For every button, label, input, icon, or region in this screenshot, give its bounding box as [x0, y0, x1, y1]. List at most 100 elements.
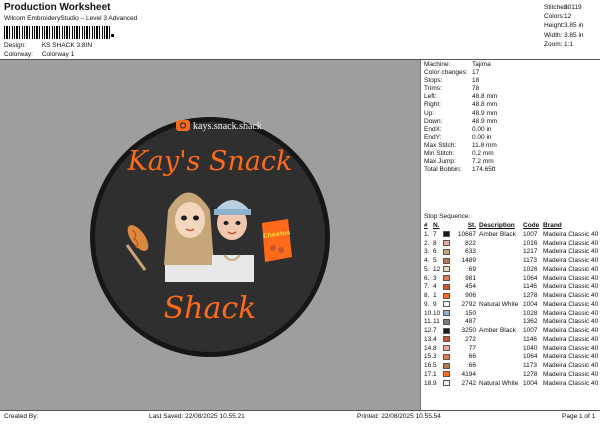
thread-brand: Madeira Classic 40 — [543, 230, 599, 238]
table-row: 5. 12 69 1026 Madeira Classic 40 — [424, 265, 600, 274]
design-preview[interactable]: kays.snack.shack Kay's Snack Cheetos Sha… — [0, 60, 421, 410]
stitch-count: 150 — [465, 309, 476, 317]
color-swatch — [443, 362, 450, 369]
thread-code: 1004 — [523, 300, 538, 308]
table-row: 11. 11 487 1362 Madeira Classic 40 — [424, 318, 600, 327]
thread-code: 1362 — [523, 318, 538, 326]
thread-code: 1173 — [523, 362, 537, 370]
stitch-count: 633 — [465, 248, 476, 256]
thread-description: Amber Black — [479, 327, 516, 335]
info-row: EndY: 0.00 in — [424, 133, 492, 141]
thread-brand: Madeira Classic 40 — [543, 248, 599, 256]
stitch-count: 66 — [468, 362, 476, 370]
info-row: Stops: 18 — [424, 77, 480, 85]
info-row: Max Jump: 7.2 mm — [424, 158, 494, 166]
color-swatch — [443, 257, 450, 264]
color-swatch — [443, 248, 450, 255]
info-row: Color changes: 17 — [424, 69, 480, 77]
title-line1: Kay's Snack — [127, 146, 293, 177]
printed-date: Printed: 22/08/2025 10.55.54 — [357, 413, 441, 420]
design-stats: Stitches: 30119 Colors: 12 Height: 3.85 in … — [544, 3, 584, 49]
thread-brand: Madeira Classic 40 — [543, 257, 599, 265]
colorway-value: Colorway 1 — [41, 51, 75, 58]
thread-brand: Madeira Classic 40 — [543, 300, 599, 308]
software-subtitle: Wilcom EmbroideryStudio – Level 3 Advanc… — [4, 15, 138, 22]
color-swatch — [443, 266, 450, 273]
color-swatch — [443, 240, 450, 247]
instagram-icon — [176, 120, 190, 131]
table-row: 14. 8 77 1040 Madeira Classic 40 — [424, 344, 600, 353]
stitch-count: 3250 — [461, 327, 476, 335]
table-row: 6. 3 981 1064 Madeira Classic 40 — [424, 274, 600, 283]
color-swatch — [443, 275, 450, 282]
row-number: 18. — [424, 379, 434, 387]
table-row: 3. 6 633 1217 Madeira Classic 40 — [424, 248, 600, 257]
row-number: 6. — [424, 274, 430, 282]
row-number: 11. — [424, 318, 433, 326]
row-number: 9. — [424, 300, 430, 308]
table-row: 18. 9 2742 Natural White 1004 Madeira Classic… — [424, 379, 600, 388]
stitch-count: 10667 — [457, 230, 476, 238]
thread-brand: Madeira Classic 40 — [543, 353, 599, 361]
colorway-label: Colorway: — [4, 51, 33, 58]
table-row: 15. 3 66 1064 Madeira Classic 40 — [424, 353, 600, 362]
row-number: 10. — [424, 309, 434, 317]
color-swatch — [443, 371, 450, 378]
thread-code: 1064 — [523, 353, 538, 361]
stat-row: Colors: 12 — [544, 13, 572, 21]
stitch-count: 272 — [465, 335, 476, 343]
thread-brand: Madeira Classic 40 — [543, 344, 599, 352]
row-number: 15. — [424, 353, 434, 361]
stitch-count: 66 — [468, 353, 476, 361]
row-number: 12. — [424, 327, 434, 335]
stitch-count: 2742 — [461, 379, 476, 387]
color-swatch — [443, 380, 450, 387]
table-row: 16. 5 66 1173 Madeira Classic 40 — [424, 361, 600, 370]
info-row: Min Stitch: 0.2 mm — [424, 150, 494, 158]
thread-description: Amber Black — [479, 230, 516, 238]
barcode — [4, 26, 110, 39]
needle-number: 3 — [433, 274, 437, 282]
needle-number: 5 — [433, 257, 437, 265]
thread-brand: Madeira Classic 40 — [543, 274, 599, 282]
row-number: 1. — [424, 230, 430, 238]
thread-brand: Madeira Classic 40 — [543, 265, 599, 273]
stitch-count: 822 — [465, 239, 476, 247]
created-by: Created By: — [4, 413, 39, 420]
needle-number: 10 — [433, 309, 441, 317]
color-swatch — [443, 345, 450, 352]
table-row: 10. 10 150 1028 Madeira Classic 40 — [424, 309, 600, 318]
needle-number: 1 — [433, 370, 437, 378]
stitch-count: 2792 — [461, 300, 476, 308]
stitch-count: 906 — [465, 292, 476, 300]
row-number: 5. — [424, 265, 430, 273]
row-number: 17. — [424, 370, 434, 378]
thread-code: 1007 — [523, 327, 538, 335]
thread-code: 1016 — [523, 239, 538, 247]
thread-brand: Madeira Classic 40 — [543, 309, 599, 317]
table-row: 17. 1 4194 1278 Madeira Classic 40 — [424, 370, 600, 379]
stitch-count: 981 — [465, 274, 476, 282]
page-title: Production Worksheet — [4, 2, 111, 13]
color-swatch — [443, 336, 450, 343]
info-row: Trims: 78 — [424, 85, 480, 93]
color-swatch — [443, 327, 450, 334]
color-swatch — [443, 231, 450, 238]
thread-code: 1004 — [523, 379, 538, 387]
row-number: 16. — [424, 362, 434, 370]
needle-number: 6 — [433, 248, 437, 256]
stop-sequence-table: 1. 7 10667 Amber Black 1007 Madeira Classic 4… — [424, 230, 600, 388]
stop-sequence-header: # N. St. Description Code Brand — [424, 222, 562, 229]
stat-row: Zoom: 1:1 — [544, 40, 574, 48]
table-row: 9. 9 2792 Natural White 1004 Madeira Classic … — [424, 300, 600, 309]
thread-description: Natural White — [479, 300, 519, 308]
design-label: Design: — [4, 42, 27, 49]
last-saved: Last Saved: 22/08/2025 10.55.21 — [149, 413, 245, 420]
color-swatch — [443, 292, 450, 299]
needle-number: 1 — [433, 292, 437, 300]
info-row: Machine: Tajima — [424, 61, 491, 68]
needle-number: 7 — [433, 230, 437, 238]
info-row: EndX: 0.00 in — [424, 125, 492, 133]
stat-row: Stitches: 30119 — [544, 4, 582, 11]
row-number: 3. — [424, 248, 430, 256]
